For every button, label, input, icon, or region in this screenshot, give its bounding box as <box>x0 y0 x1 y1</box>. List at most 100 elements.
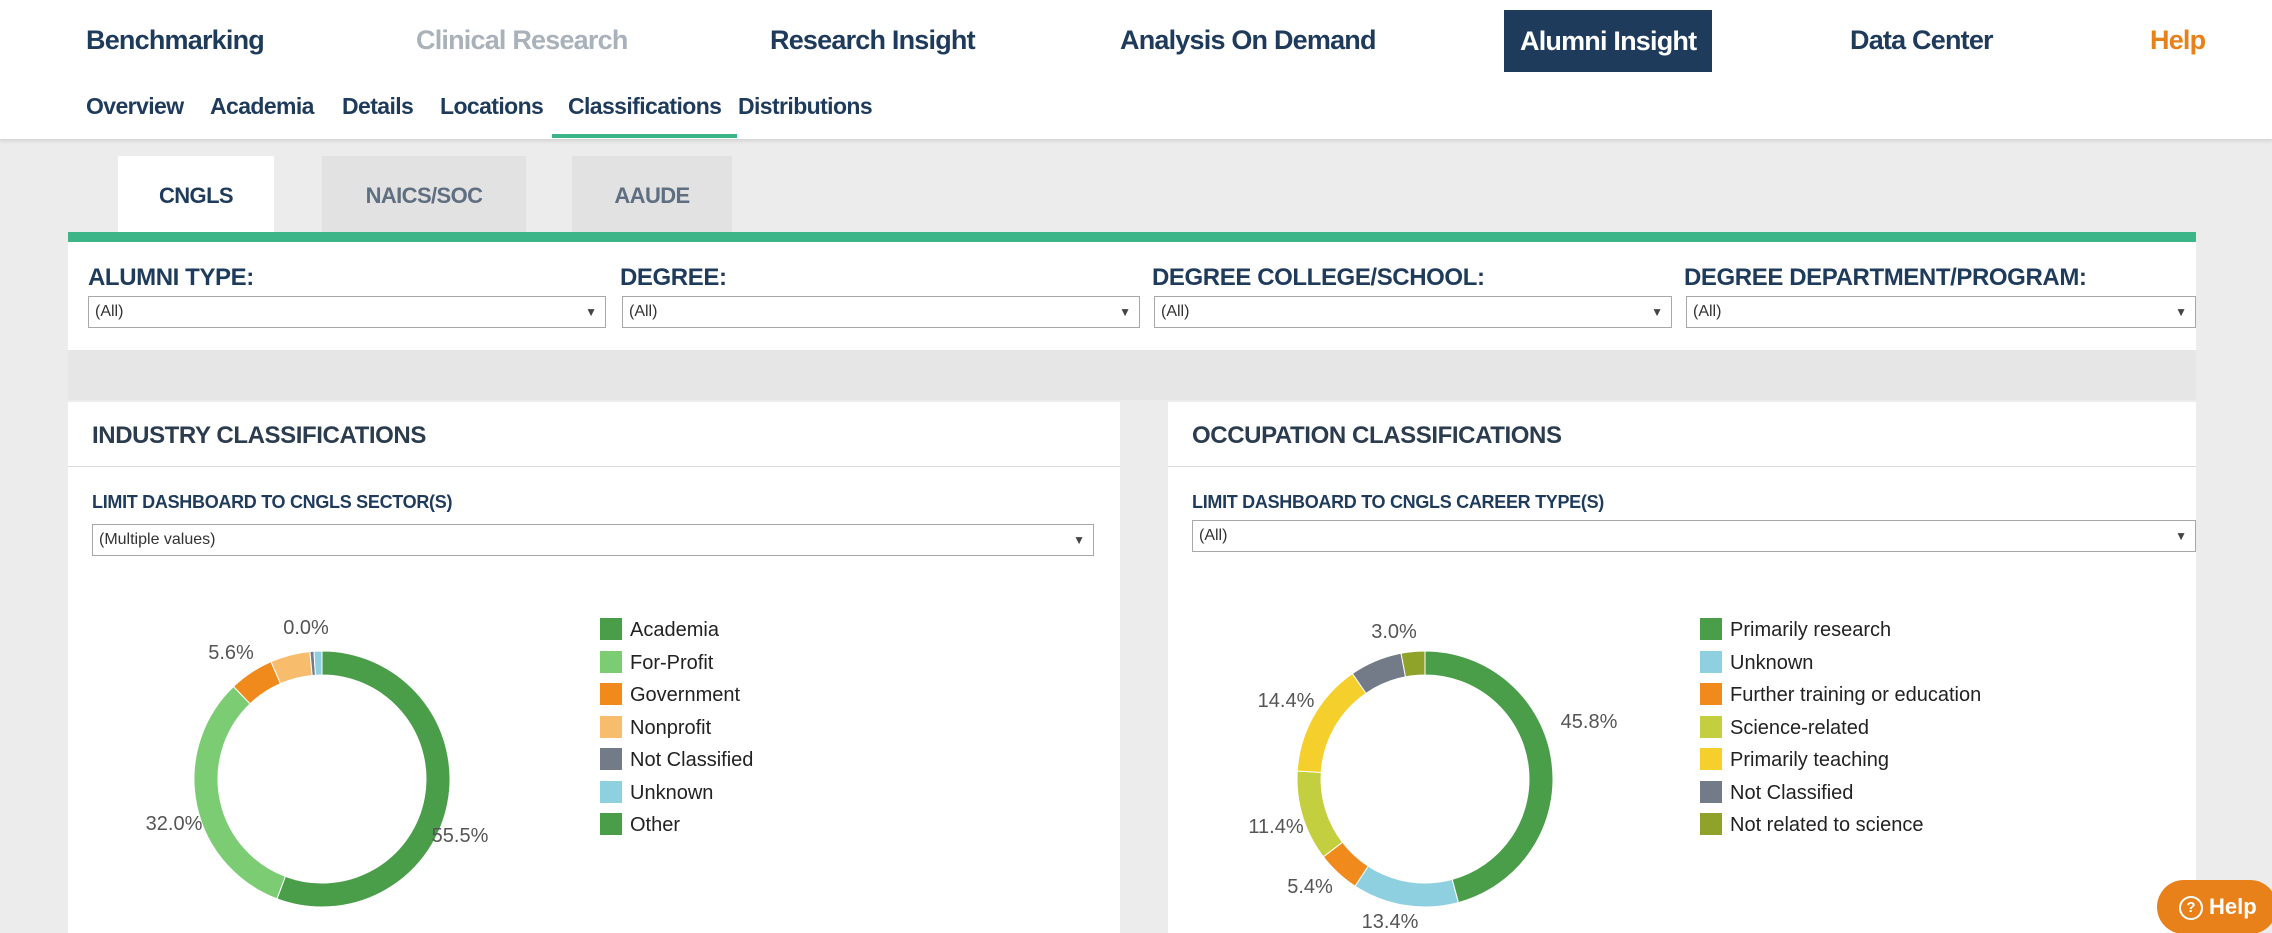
degree-department-value: (All) <box>1693 303 1722 320</box>
legend-swatch <box>600 748 622 770</box>
occupation-slice-unknown[interactable] <box>1354 865 1460 908</box>
career-type-select-value: (All) <box>1199 527 1228 544</box>
occupation-title: OCCUPATION CLASSIFICATIONS <box>1192 422 1562 449</box>
spacer-strip <box>68 350 2196 400</box>
industry-legend-item[interactable]: Not Classified <box>600 748 753 772</box>
industry-legend-item[interactable]: Other <box>600 813 680 837</box>
occupation-legend-item[interactable]: Unknown <box>1700 650 1813 675</box>
sub-navigation: Overview Academia Details Locations Clas… <box>0 72 2272 140</box>
industry-limit-label: LIMIT DASHBOARD TO CNGLS SECTOR(S) <box>92 492 453 512</box>
filter-label-alumni-type: ALUMNI TYPE: <box>88 264 254 291</box>
legend-swatch <box>1700 813 1722 835</box>
dropdown-arrow-icon: ▼ <box>1119 305 1131 319</box>
legend-label: Academia <box>630 619 719 641</box>
industry-legend-item[interactable]: Academia <box>600 618 719 642</box>
legend-label: Not Classified <box>630 749 754 771</box>
help-floating-button[interactable]: ? Help <box>2157 880 2272 933</box>
legend-label: Nonprofit <box>630 716 712 739</box>
industry-legend-item[interactable]: For-Profit <box>600 650 714 675</box>
nav-alumni-insight[interactable]: Alumni Insight <box>1504 10 1713 72</box>
industry-data-label: 5.6% <box>208 642 254 664</box>
occupation-slice-primarily-research[interactable] <box>1424 650 1554 904</box>
degree-value: (All) <box>629 303 658 320</box>
subnav-details[interactable]: Details <box>342 72 414 138</box>
occupation-slice-science-related[interactable] <box>1296 770 1344 858</box>
occupation-data-label: 14.4% <box>1258 690 1315 712</box>
industry-legend-item[interactable]: Nonprofit <box>600 715 712 740</box>
subnav-academia[interactable]: Academia <box>210 72 314 138</box>
occupation-slice-not-related-to-science[interactable] <box>1400 650 1426 678</box>
occupation-legend-item[interactable]: Primarily teaching <box>1700 748 1889 772</box>
occupation-limit-label: LIMIT DASHBOARD TO CNGLS CAREER TYPE(S) <box>1192 492 1604 512</box>
industry-slice-academia[interactable] <box>276 650 451 908</box>
filter-label-degree-college: DEGREE COLLEGE/SCHOOL: <box>1152 264 1485 291</box>
legend-label: Science-related <box>1730 716 1869 739</box>
legend-label: Government <box>630 684 741 706</box>
question-icon: ? <box>2179 896 2203 920</box>
nav-data-center[interactable]: Data Center <box>1850 0 1994 72</box>
tab-aaude[interactable]: AAUDE <box>572 156 732 232</box>
legend-label: Other <box>630 814 681 836</box>
industry-data-label: 55.5% <box>432 825 489 847</box>
alumni-type-value: (All) <box>95 303 124 320</box>
legend-swatch <box>600 715 622 738</box>
occupation-legend-item[interactable]: Not related to science <box>1700 813 1923 837</box>
legend-label: Further training or education <box>1730 684 1982 706</box>
tab-naics-soc[interactable]: NAICS/SOC <box>322 156 526 232</box>
nav-benchmarking[interactable]: Benchmarking <box>86 0 265 72</box>
dropdown-arrow-icon: ▼ <box>2175 305 2187 319</box>
legend-swatch <box>600 618 622 640</box>
industry-slice-unknown[interactable] <box>313 650 323 676</box>
dropdown-arrow-icon: ▼ <box>2175 529 2187 543</box>
industry-donut-chart: 55.5% 32.0% 5.6% 0.0% <box>146 617 489 908</box>
legend-swatch <box>1700 715 1722 738</box>
degree-department-select[interactable]: (All) ▼ <box>1686 296 2196 328</box>
subnav-locations[interactable]: Locations <box>440 72 544 138</box>
occupation-slice-primarily-teaching[interactable] <box>1296 672 1367 774</box>
occupation-legend-item[interactable]: Science-related <box>1700 715 1869 740</box>
legend-label: Not related to science <box>1730 814 1924 836</box>
filters-bar: ALUMNI TYPE: (All) ▼ DEGREE: (All) ▼ DEG… <box>68 242 2196 350</box>
industry-legend-item[interactable]: Unknown <box>600 780 713 805</box>
subnav-overview[interactable]: Overview <box>86 72 184 138</box>
divider <box>68 466 1120 467</box>
occupation-data-label: 13.4% <box>1362 911 1419 933</box>
sector-select-value: (Multiple values) <box>99 531 216 548</box>
occupation-data-label: 45.8% <box>1561 711 1618 733</box>
legend-swatch <box>1700 650 1722 673</box>
dropdown-arrow-icon: ▼ <box>1073 533 1085 547</box>
nav-help[interactable]: Help <box>2150 0 2206 72</box>
industry-panel: INDUSTRY CLASSIFICATIONS LIMIT DASHBOARD… <box>68 402 1120 933</box>
occupation-legend-item[interactable]: Primarily research <box>1700 618 1891 642</box>
subnav-classifications[interactable]: Classifications <box>552 72 738 138</box>
dropdown-arrow-icon: ▼ <box>585 305 597 319</box>
occupation-legend-item[interactable]: Not Classified <box>1700 780 1853 805</box>
nav-analysis-on-demand[interactable]: Analysis On Demand <box>1120 0 1376 72</box>
sector-select[interactable]: (Multiple values) ▼ <box>92 524 1094 556</box>
filter-label-degree: DEGREE: <box>620 264 727 291</box>
degree-college-select[interactable]: (All) ▼ <box>1154 296 1672 328</box>
industry-slice-for-profit[interactable] <box>193 685 287 900</box>
help-button-label: Help <box>2209 894 2257 919</box>
divider <box>1168 466 2196 467</box>
career-type-select[interactable]: (All) ▼ <box>1192 520 2196 552</box>
legend-swatch <box>1700 748 1722 770</box>
legend-swatch <box>1700 618 1722 640</box>
degree-select[interactable]: (All) ▼ <box>622 296 1140 328</box>
occupation-data-label: 5.4% <box>1287 876 1333 898</box>
nav-research-insight[interactable]: Research Insight <box>770 0 976 72</box>
nav-clinical-research[interactable]: Clinical Research <box>416 0 628 72</box>
legend-swatch <box>1700 780 1722 803</box>
industry-title: INDUSTRY CLASSIFICATIONS <box>92 422 426 449</box>
tab-cngls[interactable]: CNGLS <box>118 156 274 232</box>
legend-label: For-Profit <box>630 651 714 674</box>
occupation-donut-chart: 45.8% 13.4% 5.4% 11.4% 14.4% 3.0% <box>1248 621 1618 933</box>
occupation-legend-item[interactable]: Further training or education <box>1700 683 1981 707</box>
industry-legend-item[interactable]: Government <box>600 683 740 707</box>
legend-swatch <box>600 650 622 673</box>
subnav-distributions[interactable]: Distributions <box>738 72 873 138</box>
alumni-type-select[interactable]: (All) ▼ <box>88 296 606 328</box>
occupation-data-label: 11.4% <box>1248 816 1303 838</box>
filter-label-degree-department: DEGREE DEPARTMENT/PROGRAM: <box>1684 264 2087 291</box>
top-navigation: Benchmarking Clinical Research Research … <box>0 0 2272 72</box>
